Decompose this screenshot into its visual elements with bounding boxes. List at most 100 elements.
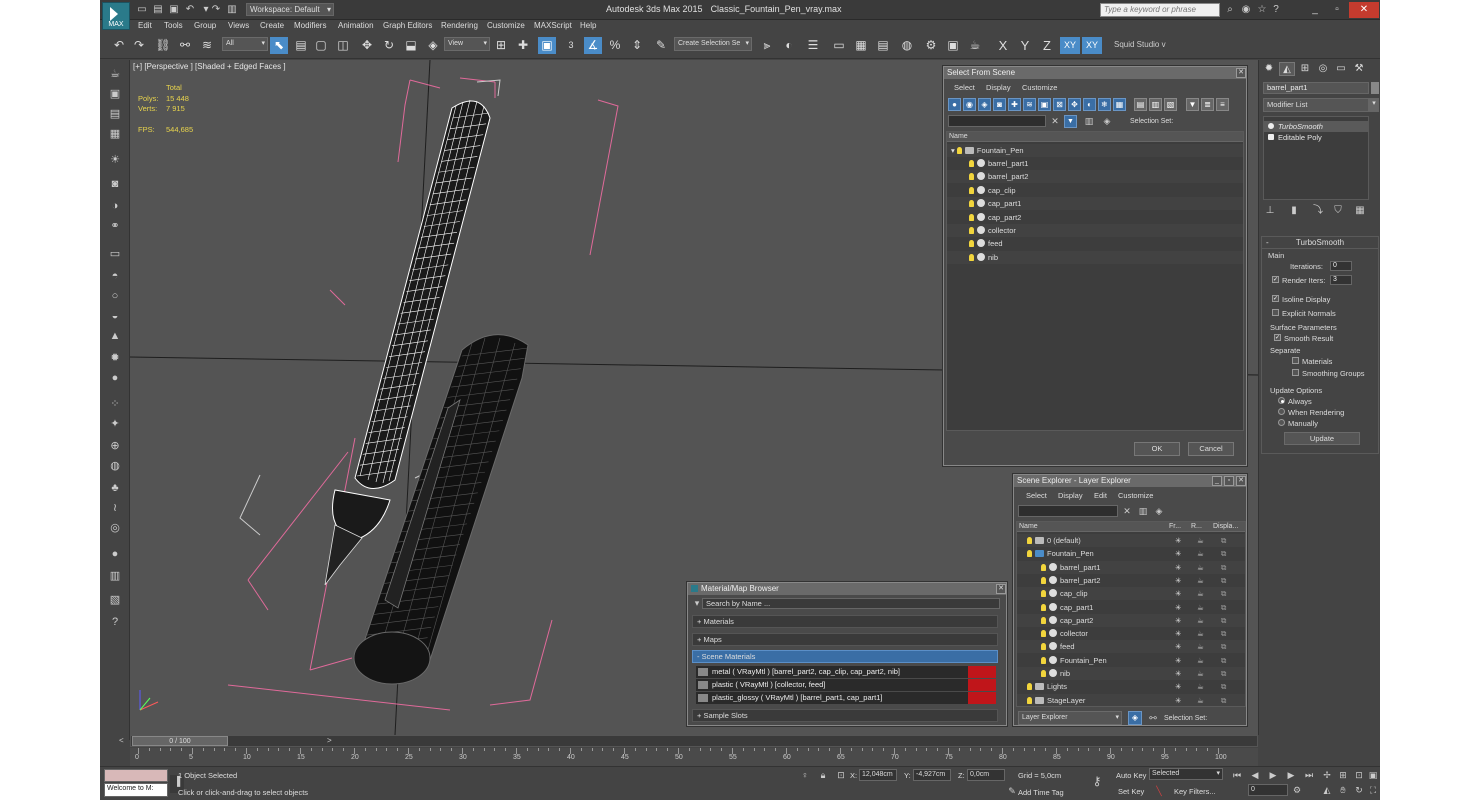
light-icon[interactable]: ☀ bbox=[107, 152, 123, 168]
key-filters-button[interactable]: Key Filters... bbox=[1174, 787, 1216, 796]
camera-icon[interactable]: ◙ bbox=[107, 176, 123, 192]
chevron-down-icon[interactable]: ▾ bbox=[1369, 98, 1379, 112]
y-coord-field[interactable]: -4,927cm bbox=[913, 769, 951, 781]
sfs-row-collector[interactable]: collector bbox=[947, 224, 1243, 237]
se-row-0-default-[interactable]: 0 (default) ✳ ☕ ⧉ bbox=[1017, 534, 1245, 547]
filter-settings-icon[interactable]: ≣ bbox=[1201, 98, 1214, 111]
update-always-radio[interactable] bbox=[1278, 397, 1285, 404]
sfs-row-feed[interactable]: feed bbox=[947, 237, 1243, 250]
close-icon[interactable]: ✕ bbox=[996, 584, 1006, 594]
minimize-icon[interactable]: _ bbox=[1212, 476, 1222, 486]
help-icon[interactable]: ? bbox=[1269, 3, 1283, 16]
se-row-feed[interactable]: feed ✳ ☕ ⧉ bbox=[1017, 640, 1245, 654]
forces-icon[interactable]: ✦ bbox=[107, 416, 123, 432]
filter-spacewarps-icon[interactable]: ≋ bbox=[1023, 98, 1036, 111]
favorites-icon[interactable]: ☆ bbox=[1255, 3, 1269, 16]
angle-snap-icon[interactable]: ∡ bbox=[584, 37, 602, 54]
bulb-icon[interactable] bbox=[969, 213, 974, 221]
explicit-normals-checkbox[interactable] bbox=[1272, 309, 1279, 316]
se-row-nib[interactable]: nib ✳ ☕ ⧉ bbox=[1017, 667, 1245, 680]
move-icon[interactable]: ✥ bbox=[358, 37, 376, 54]
se-menu-customize[interactable]: Customize bbox=[1118, 491, 1153, 500]
zoom-all-icon[interactable]: ⊞ bbox=[1336, 769, 1350, 781]
link-icon[interactable]: ⛓ bbox=[154, 37, 172, 54]
search-icon[interactable]: ⌕ bbox=[1223, 3, 1237, 16]
constrain-z-button[interactable]: Z bbox=[1038, 37, 1056, 54]
make-unique-icon[interactable]: ⤵ bbox=[1311, 204, 1325, 218]
zoom-extents-icon[interactable]: ⊡ bbox=[1352, 769, 1366, 781]
zoom-icon[interactable]: ✢ bbox=[1320, 769, 1334, 781]
display-box-icon[interactable]: ⧉ bbox=[1221, 640, 1226, 653]
orbit-icon[interactable]: ↻ bbox=[1352, 784, 1366, 796]
set-key-button[interactable]: Set Key bbox=[1118, 787, 1144, 796]
material-plastic[interactable]: plastic ( VRayMtl ) [collector, feed] bbox=[696, 679, 996, 691]
sfs-search-input[interactable] bbox=[948, 115, 1046, 127]
bulb-icon[interactable] bbox=[969, 173, 974, 181]
layers-icon[interactable]: ▥ bbox=[107, 568, 123, 584]
render-frame-icon[interactable]: ▣ bbox=[944, 37, 962, 54]
filter-hidden-icon[interactable]: ▦ bbox=[1113, 98, 1126, 111]
rectangular-selection-icon[interactable]: ▢ bbox=[312, 37, 330, 54]
filter-bones-icon[interactable]: ✥ bbox=[1068, 98, 1081, 111]
edit-named-selection-icon[interactable]: ✎ bbox=[652, 37, 670, 54]
constrain-xy-button[interactable]: XY bbox=[1060, 37, 1080, 54]
filter-icon[interactable]: ▥ bbox=[1136, 505, 1150, 517]
menu-group[interactable]: Group bbox=[194, 21, 216, 30]
close-button[interactable]: ✕ bbox=[1349, 2, 1379, 18]
render-frame-icon[interactable]: ▣ bbox=[107, 86, 123, 102]
menu-modifiers[interactable]: Modifiers bbox=[294, 21, 326, 30]
section-sample-slots[interactable]: + Sample Slots bbox=[692, 709, 998, 722]
se-row-cap-part1[interactable]: cap_part1 ✳ ☕ ⧉ bbox=[1017, 601, 1245, 614]
object-color-swatch[interactable] bbox=[1371, 82, 1379, 94]
render-teapot-icon[interactable]: ☕ bbox=[1197, 614, 1204, 627]
menu-maxscript[interactable]: MAXScript bbox=[534, 21, 572, 30]
display-box-icon[interactable]: ⧉ bbox=[1221, 680, 1226, 693]
sfs-object-list[interactable]: Name ▾ Fountain_Pen barrel_part1 barrel_pa… bbox=[946, 131, 1244, 431]
se-row-fountain-pen[interactable]: Fountain_Pen ✳ ☕ ⧉ bbox=[1017, 654, 1245, 667]
material-plastic-glossy[interactable]: plastic_glossy ( VRayMtl ) [barrel_part1… bbox=[696, 692, 996, 704]
bulb-icon[interactable] bbox=[969, 240, 974, 248]
hierarchy-mode-icon[interactable]: ⚯ bbox=[1146, 712, 1160, 724]
schematic-view-icon[interactable]: ▤ bbox=[874, 37, 892, 54]
motion-tab-icon[interactable]: ◎ bbox=[1315, 62, 1331, 76]
snaps-toggle[interactable]: 3 bbox=[562, 37, 580, 54]
open-file-icon[interactable]: ▤ bbox=[152, 3, 164, 16]
dome-icon[interactable]: ◓ bbox=[107, 268, 123, 284]
bulb-icon[interactable] bbox=[969, 200, 974, 208]
display-tree-icon[interactable]: ▥ bbox=[1149, 98, 1162, 111]
mirror-icon[interactable]: ⫸ bbox=[758, 37, 776, 54]
bulb-icon[interactable] bbox=[1268, 123, 1274, 129]
bulb-icon[interactable] bbox=[1041, 670, 1046, 677]
pivot-center-icon[interactable]: ⊞ bbox=[492, 37, 510, 54]
display-box-icon[interactable]: ⧉ bbox=[1221, 654, 1226, 667]
track-bar[interactable]: 0 5 10 15 20 25 30 35 40 45 50 55 60 65 70 75 80 85 90 95 10… bbox=[130, 748, 1258, 766]
bulb-icon[interactable] bbox=[969, 227, 974, 234]
se-row-cap-clip[interactable]: cap_clip ✳ ☕ ⧉ bbox=[1017, 587, 1245, 601]
lock-selection-icon[interactable]: 🔒︎ bbox=[816, 769, 830, 781]
freeze-icon[interactable]: ✳ bbox=[1175, 654, 1181, 667]
object-name-field[interactable]: barrel_part1 bbox=[1263, 82, 1369, 94]
close-icon[interactable]: ✕ bbox=[1236, 68, 1246, 78]
particles-icon[interactable]: ⁘ bbox=[107, 396, 123, 412]
bulb-icon[interactable] bbox=[1041, 616, 1046, 624]
se-col-render[interactable]: R... bbox=[1191, 522, 1202, 532]
material-metal[interactable]: metal ( VRayMtl ) [barrel_part2, cap_cli… bbox=[696, 666, 996, 678]
minimize-button[interactable]: _ bbox=[1304, 2, 1326, 18]
absolute-mode-icon[interactable]: ⊡ bbox=[834, 769, 848, 781]
time-config-icon[interactable]: ⚙ bbox=[1290, 784, 1304, 796]
shell-icon[interactable]: ◎ bbox=[107, 520, 123, 536]
scene-icon[interactable]: ▤ bbox=[107, 106, 123, 122]
clear-search-icon[interactable]: ✕ bbox=[1120, 505, 1134, 517]
material-editor-icon[interactable]: ◍ bbox=[898, 37, 916, 54]
bind-spacewarp-icon[interactable]: ≋ bbox=[198, 37, 216, 54]
sfs-menu-customize[interactable]: Customize bbox=[1022, 83, 1057, 92]
freeze-icon[interactable]: ✳ bbox=[1175, 587, 1181, 600]
bowl-icon[interactable]: ◒ bbox=[107, 308, 123, 324]
stack-item-editable-poly[interactable]: Editable Poly bbox=[1264, 132, 1368, 143]
select-object-button[interactable]: ⬉ bbox=[270, 37, 288, 54]
display-box-icon[interactable]: ⧉ bbox=[1221, 574, 1226, 587]
filter-containers-icon[interactable]: ◐ bbox=[1083, 98, 1096, 111]
smooth-result-checkbox[interactable]: ✓ bbox=[1274, 334, 1281, 341]
highlight-icon[interactable]: ▥ bbox=[1082, 115, 1096, 127]
render-teapot-icon[interactable]: ☕ bbox=[1197, 587, 1204, 600]
